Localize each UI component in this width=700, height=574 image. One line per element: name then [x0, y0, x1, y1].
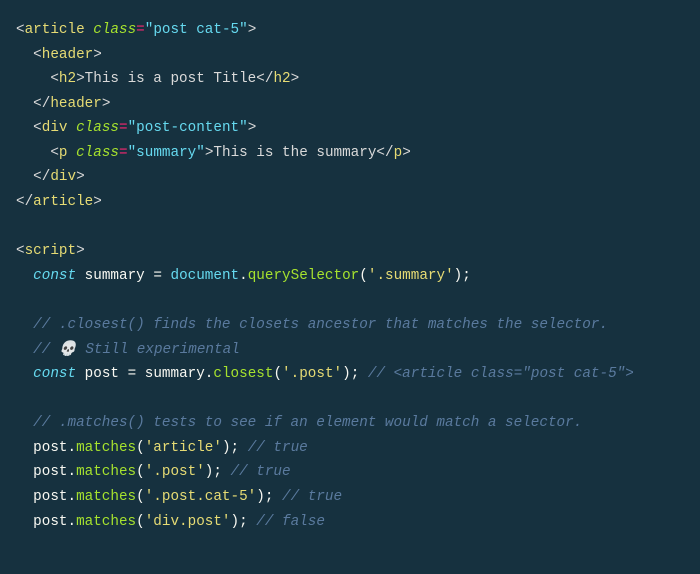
- attr: class: [76, 120, 119, 136]
- comment: // .matches() tests to see if an element…: [33, 415, 582, 431]
- function: querySelector: [248, 268, 360, 284]
- tag: div: [50, 169, 76, 185]
- object: document: [170, 268, 239, 284]
- function: matches: [76, 514, 136, 530]
- var: post: [85, 366, 119, 382]
- comment: // .closest() finds the closets ancestor…: [33, 317, 608, 333]
- tag: header: [50, 96, 101, 112]
- code-block: <article class="post cat-5"> <header> <h…: [16, 18, 684, 534]
- comment: // <article class="post cat-5">: [368, 366, 634, 382]
- emoji-icon: 💀: [59, 342, 77, 358]
- angle: <: [16, 22, 25, 38]
- attr-value: "summary": [128, 145, 205, 161]
- var: summary: [85, 268, 145, 284]
- keyword: const: [33, 268, 76, 284]
- function: closest: [213, 366, 273, 382]
- tag: header: [42, 47, 93, 63]
- text-content: This is a post Title: [85, 71, 257, 87]
- comment: // false: [256, 514, 325, 530]
- keyword: const: [33, 366, 76, 382]
- tag: h2: [59, 71, 76, 87]
- tag: p: [59, 145, 68, 161]
- attr-value: "post cat-5": [145, 22, 248, 38]
- tag: div: [42, 120, 68, 136]
- comment: //: [33, 342, 59, 358]
- attr-value: "post-content": [128, 120, 248, 136]
- attr: class: [93, 22, 136, 38]
- string: '.post.cat-5': [145, 489, 257, 505]
- tag: script: [25, 243, 76, 259]
- text-content: This is the summary: [213, 145, 376, 161]
- string: 'article': [145, 440, 222, 456]
- attr: class: [76, 145, 119, 161]
- function: matches: [76, 489, 136, 505]
- string: '.summary': [368, 268, 454, 284]
- tag: article: [25, 22, 85, 38]
- string: '.post': [145, 464, 205, 480]
- tag: article: [33, 194, 93, 210]
- function: matches: [76, 464, 136, 480]
- comment: // true: [248, 440, 308, 456]
- comment: // true: [231, 464, 291, 480]
- comment: // true: [282, 489, 342, 505]
- string: '.post': [282, 366, 342, 382]
- function: matches: [76, 440, 136, 456]
- string: 'div.post': [145, 514, 231, 530]
